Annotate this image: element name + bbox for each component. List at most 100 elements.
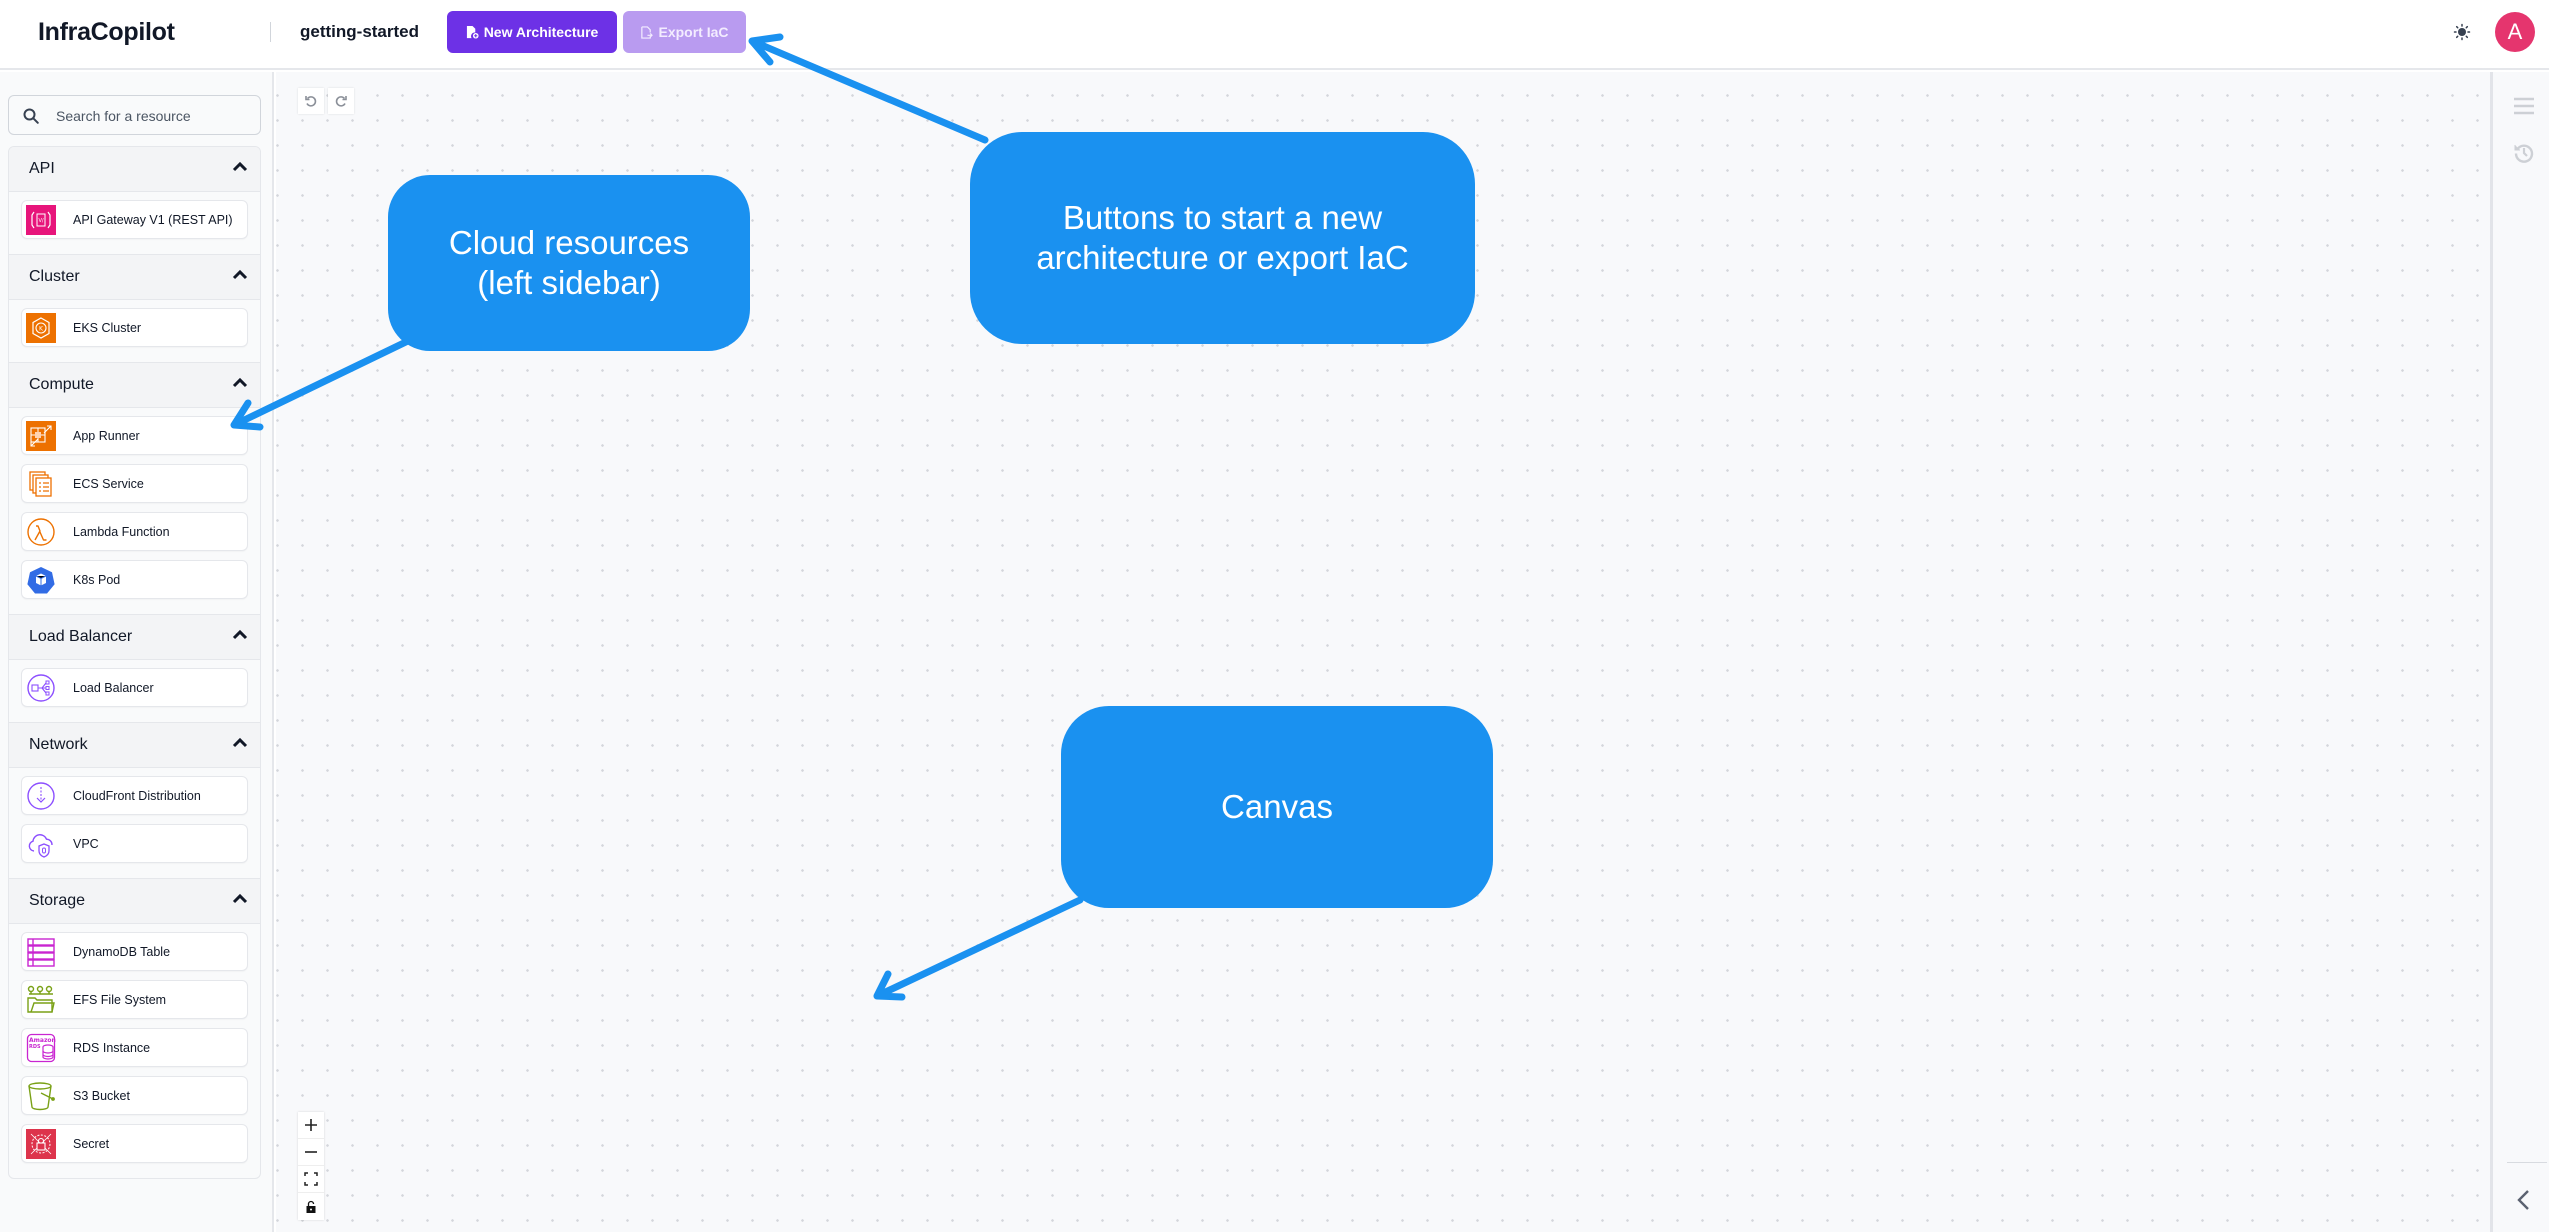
resource-item[interactable]: V/API Gateway V1 (REST API) bbox=[21, 200, 248, 239]
new-file-icon bbox=[466, 25, 479, 39]
resource-search[interactable] bbox=[8, 95, 261, 135]
callout-sidebar-line1: Cloud resources bbox=[448, 224, 690, 262]
collapse-toggle[interactable] bbox=[232, 376, 248, 394]
chevron-up-icon bbox=[232, 161, 248, 172]
top-header: InfraCopilot getting-started New Archite… bbox=[0, 0, 2549, 70]
resource-item[interactable]: Amazon RDS RDS Instance bbox=[21, 1028, 248, 1067]
collapse-toggle[interactable] bbox=[232, 268, 248, 286]
callout-canvas: Canvas bbox=[1061, 706, 1493, 908]
resource-label: K8s Pod bbox=[73, 572, 121, 587]
fit-view-button[interactable] bbox=[298, 1166, 324, 1193]
app-logo[interactable]: InfraCopilot bbox=[38, 18, 175, 47]
resource-item[interactable]: VPC bbox=[21, 824, 248, 863]
resource-label: Lambda Function bbox=[73, 524, 170, 539]
section-header-compute[interactable]: Compute bbox=[9, 363, 260, 408]
resource-label: API Gateway V1 (REST API) bbox=[73, 212, 233, 227]
resource-label: EKS Cluster bbox=[73, 320, 142, 335]
collapse-toggle[interactable] bbox=[232, 736, 248, 754]
section-header-cluster[interactable]: Cluster bbox=[9, 255, 260, 300]
api-gateway-icon: V/ bbox=[26, 204, 56, 235]
secret-icon bbox=[26, 1128, 56, 1159]
redo-button[interactable] bbox=[328, 88, 354, 114]
resource-label: RDS Instance bbox=[73, 1040, 151, 1055]
history-button[interactable] bbox=[2513, 142, 2535, 164]
resource-item[interactable]: S3 Bucket bbox=[21, 1076, 248, 1115]
resource-label: S3 Bucket bbox=[73, 1088, 130, 1103]
toggle-lock-button[interactable] bbox=[298, 1193, 324, 1220]
section-title: Network bbox=[29, 736, 88, 753]
section-title: Load Balancer bbox=[29, 628, 133, 645]
new-architecture-button[interactable]: New Architecture bbox=[447, 11, 617, 53]
search-icon bbox=[23, 108, 39, 124]
resource-label: EFS File System bbox=[73, 992, 167, 1007]
section-header-api[interactable]: API bbox=[9, 147, 260, 192]
chevron-up-icon bbox=[232, 377, 248, 388]
k8s-pod-icon bbox=[26, 565, 56, 595]
resource-item[interactable]: Load Balancer bbox=[21, 668, 248, 707]
collapse-toggle[interactable] bbox=[232, 628, 248, 646]
load-balancer-icon bbox=[26, 673, 56, 703]
resource-sidebar: API V/API Gateway V1 (REST API) Cluster K EK… bbox=[0, 72, 274, 1232]
section-items: K EKS Cluster bbox=[9, 300, 260, 363]
resource-label: DynamoDB Table bbox=[73, 944, 171, 959]
right-panel bbox=[2490, 72, 2549, 1232]
menu-button[interactable] bbox=[2513, 95, 2535, 117]
zoom-out-button[interactable] bbox=[298, 1139, 324, 1166]
callout-sidebar-line2: (left sidebar) bbox=[477, 264, 661, 301]
section-header-storage[interactable]: Storage bbox=[9, 879, 260, 924]
export-file-icon bbox=[641, 25, 654, 39]
svg-text:Amazon: Amazon bbox=[29, 1037, 56, 1044]
section-title: API bbox=[29, 160, 55, 177]
callout-sidebar: Cloud resources (left sidebar) bbox=[388, 175, 750, 351]
history-icon bbox=[2514, 144, 2534, 163]
resource-item[interactable]: K EKS Cluster bbox=[21, 308, 248, 347]
right-panel-divider bbox=[2507, 1162, 2547, 1163]
chevron-up-icon bbox=[232, 737, 248, 748]
resource-item[interactable]: Lambda Function bbox=[21, 512, 248, 551]
search-input[interactable] bbox=[56, 105, 251, 127]
eks-cluster-icon: K bbox=[26, 312, 56, 343]
sun-icon bbox=[2453, 23, 2471, 41]
new-architecture-label: New Architecture bbox=[483, 24, 599, 40]
s3-bucket-icon bbox=[26, 1081, 56, 1111]
section-title: Storage bbox=[29, 892, 86, 909]
zoom-in-button[interactable] bbox=[298, 1112, 324, 1139]
fit-view-icon bbox=[304, 1172, 318, 1186]
resource-sections: API V/API Gateway V1 (REST API) Cluster K EK… bbox=[8, 146, 261, 1179]
collapse-toggle[interactable] bbox=[232, 160, 248, 178]
section-title: Cluster bbox=[29, 268, 80, 285]
collapse-panel-button[interactable] bbox=[2513, 1189, 2535, 1211]
collapse-toggle[interactable] bbox=[232, 892, 248, 910]
cloudfront-icon bbox=[26, 781, 56, 811]
section-items: Load Balancer bbox=[9, 660, 260, 723]
project-name[interactable]: getting-started bbox=[300, 22, 419, 42]
resource-item[interactable]: CloudFront Distribution bbox=[21, 776, 248, 815]
resource-item[interactable]: K8s Pod bbox=[21, 560, 248, 599]
resource-label: Load Balancer bbox=[73, 680, 154, 695]
svg-text:RDS: RDS bbox=[29, 1044, 41, 1050]
callout-buttons: Buttons to start a new architecture or ex… bbox=[970, 132, 1475, 344]
theme-toggle-button[interactable] bbox=[2452, 22, 2472, 42]
chevron-up-icon bbox=[232, 629, 248, 640]
resource-item[interactable]: ECS Service bbox=[21, 464, 248, 503]
resource-item[interactable]: Secret bbox=[21, 1124, 248, 1163]
chevron-left-icon bbox=[2517, 1190, 2529, 1210]
section-header-network[interactable]: Network bbox=[9, 723, 260, 768]
section-items: V/API Gateway V1 (REST API) bbox=[9, 192, 260, 255]
resource-item[interactable]: DynamoDB Table bbox=[21, 932, 248, 971]
minus-icon bbox=[305, 1151, 317, 1153]
user-avatar[interactable]: A bbox=[2495, 12, 2535, 52]
unlock-icon bbox=[306, 1200, 316, 1213]
chevron-up-icon bbox=[232, 269, 248, 280]
undo-button[interactable] bbox=[298, 88, 324, 114]
export-iac-label: Export IaC bbox=[658, 24, 729, 40]
efs-icon bbox=[26, 985, 56, 1015]
section-header-load-balancer[interactable]: Load Balancer bbox=[9, 615, 260, 660]
export-iac-button[interactable]: Export IaC bbox=[623, 11, 746, 53]
resource-item[interactable]: EFS File System bbox=[21, 980, 248, 1019]
callout-buttons-line1: Buttons to start a new bbox=[1062, 199, 1383, 237]
resource-item[interactable]: App Runner bbox=[21, 416, 248, 455]
resource-label: App Runner bbox=[73, 428, 140, 443]
dynamodb-icon bbox=[26, 937, 56, 967]
undo-icon bbox=[305, 96, 317, 107]
